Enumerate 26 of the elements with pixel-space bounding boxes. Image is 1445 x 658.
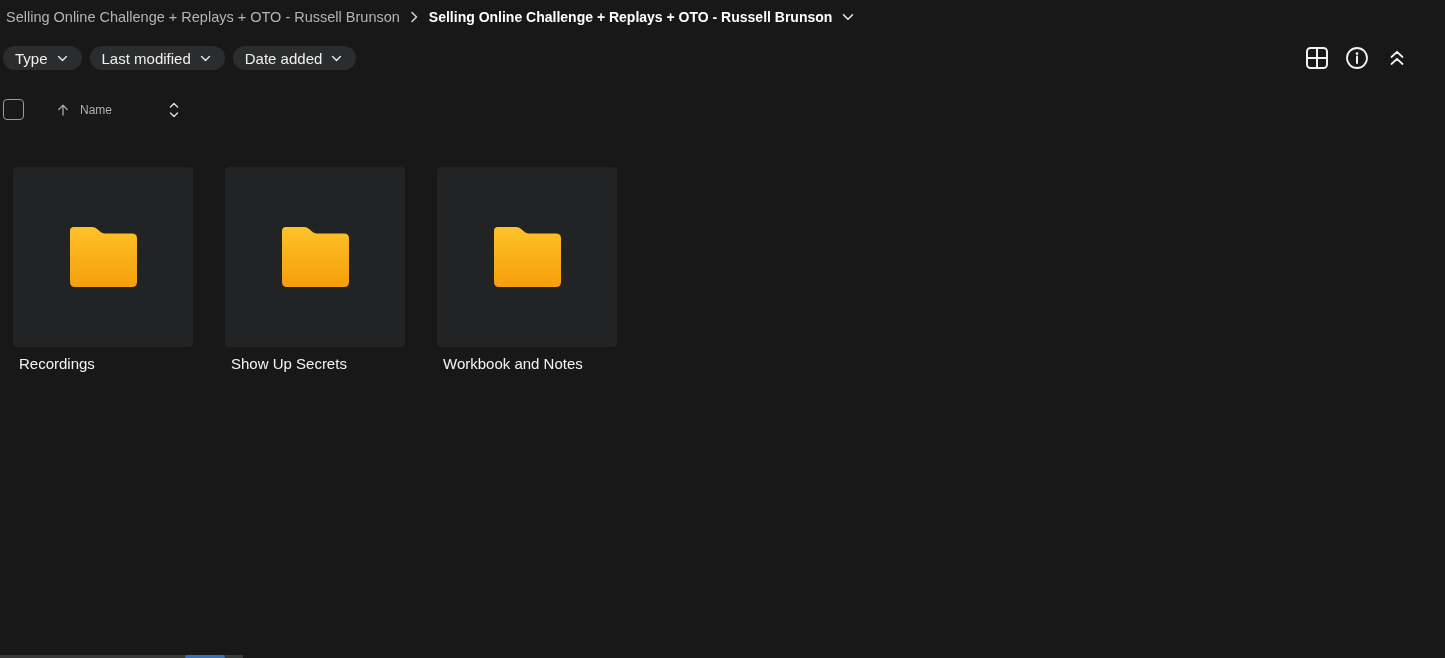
filter-chip[interactable]: Last modified: [89, 46, 225, 70]
folder-tile[interactable]: [225, 167, 405, 347]
caret-down-icon: [199, 54, 211, 62]
folder-tile[interactable]: [13, 167, 193, 347]
info-icon[interactable]: [1346, 47, 1368, 69]
folder-icon: [281, 227, 349, 287]
caret-down-icon[interactable]: [842, 13, 855, 21]
filter-chip[interactable]: Type: [3, 46, 82, 70]
breadcrumb-item[interactable]: Selling Online Challenge + Replays + OTO - Russell Brunson: [428, 7, 833, 27]
select-all-checkbox[interactable]: [3, 99, 24, 120]
folder-name: Show Up Secrets: [230, 354, 347, 374]
folder-name: Workbook and Notes: [442, 354, 583, 374]
caret-down-icon: [56, 54, 68, 62]
grid-view-icon[interactable]: [1306, 47, 1328, 69]
folder-tile[interactable]: [437, 167, 617, 347]
breadcrumb-item[interactable]: Selling Online Challenge + Replays + OTO - Russell Brunson: [6, 7, 400, 27]
caret-down-icon: [331, 54, 343, 62]
collapse-icon[interactable]: [1390, 50, 1404, 66]
folder-name: Recordings: [18, 354, 95, 374]
sort-toggle-icon[interactable]: [169, 101, 179, 118]
horizontal-scrollbar[interactable]: [0, 655, 243, 658]
filter-chip[interactable]: Date added: [232, 46, 357, 70]
folder-icon: [493, 227, 561, 287]
chevron-right-icon: [409, 11, 418, 23]
name-column-header[interactable]: Name: [80, 102, 112, 117]
folder-icon: [69, 227, 137, 287]
